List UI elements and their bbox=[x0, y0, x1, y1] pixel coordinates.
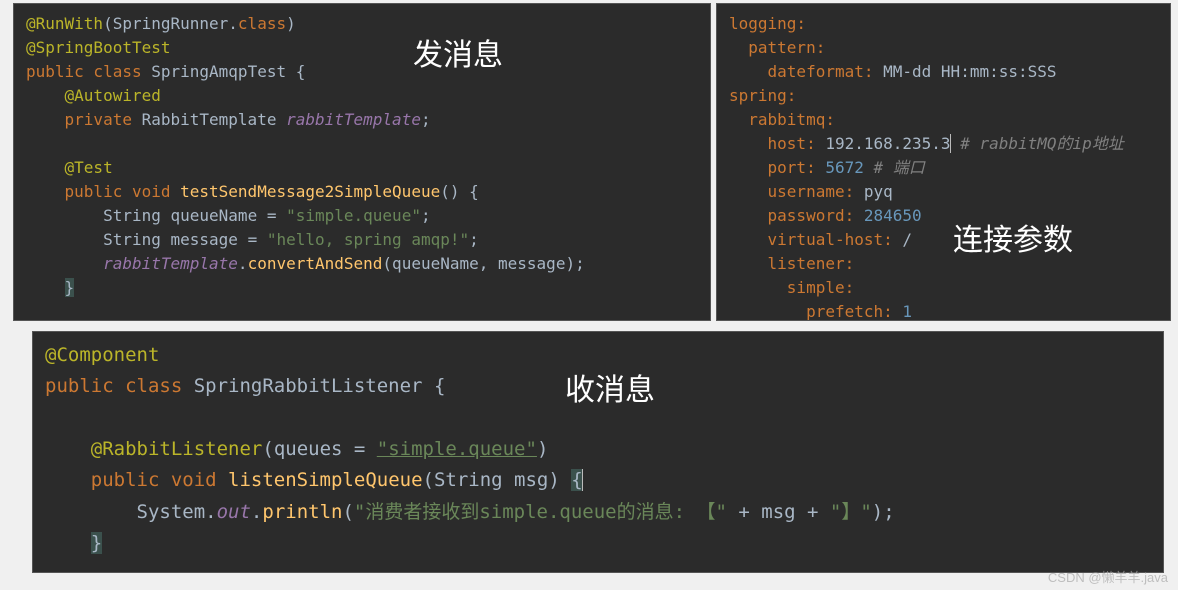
send-message-label: 发消息 bbox=[413, 30, 503, 74]
yaml-config-code[interactable]: logging: pattern: dateformat: MM-dd HH:m… bbox=[729, 12, 1158, 321]
java-sender-code-panel: @RunWith(SpringRunner.class) @SpringBoot… bbox=[13, 3, 711, 321]
csdn-watermark: CSDN @懒羊羊.java bbox=[1048, 567, 1168, 586]
yaml-config-panel: logging: pattern: dateformat: MM-dd HH:m… bbox=[716, 3, 1171, 321]
java-sender-code[interactable]: @RunWith(SpringRunner.class) @SpringBoot… bbox=[26, 12, 698, 300]
connection-params-label: 连接参数 bbox=[953, 215, 1073, 259]
receive-message-label: 收消息 bbox=[565, 365, 655, 409]
